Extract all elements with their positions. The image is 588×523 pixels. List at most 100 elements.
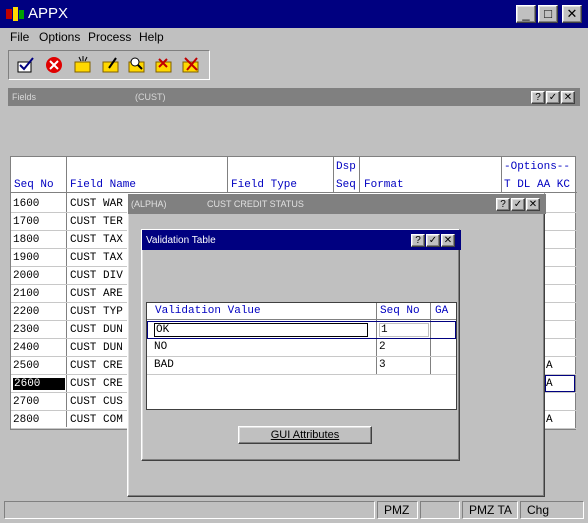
header-validation-value: Validation Value — [155, 305, 261, 317]
field-name-cell[interactable]: CUST CRE — [70, 378, 123, 390]
status-bar: PMZ PMZ TA Chg — [0, 499, 588, 521]
close-icon: ✕ — [566, 6, 578, 21]
header-seq: Seq — [336, 179, 356, 191]
field-seq-cell[interactable]: 2800 — [13, 414, 39, 426]
status-mode: Chg — [520, 501, 584, 519]
alpha-type-label: (ALPHA) — [131, 199, 167, 209]
validation-values-table: Validation Value Seq No GA OK 1 NO 2 BAD 3 — [146, 302, 457, 410]
app-title: APPX — [28, 5, 69, 22]
field-seq-cell[interactable]: 1700 — [13, 216, 39, 228]
field-name-cell[interactable]: CUST TYP — [70, 306, 123, 318]
ok-check-icon[interactable] — [16, 56, 36, 74]
field-seq-cell[interactable]: 2000 — [13, 270, 39, 282]
header-field-name: Field Name — [70, 179, 137, 191]
validation-window-title: Validation Table — [146, 235, 216, 246]
field-seq-cell[interactable]: 2400 — [13, 342, 39, 354]
alpha-window-title: CUST CREDIT STATUS — [207, 199, 304, 209]
validation-selected-row — [147, 321, 456, 339]
search-record-icon[interactable] — [127, 56, 147, 74]
field-options-cell: A — [546, 414, 553, 426]
field-name-cell[interactable]: CUST DUN — [70, 324, 123, 336]
check-icon: ✓ — [548, 92, 558, 103]
fields-close-button[interactable]: ✕ — [561, 91, 575, 104]
alpha-help-button[interactable]: ? — [496, 198, 510, 211]
menu-process[interactable]: Process — [88, 30, 131, 44]
field-seq-cell[interactable]: 2500 — [13, 360, 39, 372]
field-seq-cell[interactable]: 2700 — [13, 396, 39, 408]
status-user-ta: PMZ TA — [462, 501, 518, 519]
gui-attributes-button[interactable]: GUI Attributes — [238, 426, 372, 444]
field-seq-cell[interactable]: 1900 — [13, 252, 39, 264]
header-validation-seq: Seq No — [380, 305, 420, 317]
appx-logo-icon — [6, 7, 24, 21]
status-empty — [420, 501, 460, 519]
field-seq-cell[interactable]: 1600 — [13, 198, 39, 210]
menu-help[interactable]: Help — [139, 30, 164, 44]
menu-file[interactable]: File — [10, 30, 29, 44]
validation-help-button[interactable]: ? — [411, 234, 425, 247]
field-seq-cell[interactable]: 2100 — [13, 288, 39, 300]
alpha-title-bar: (ALPHA) CUST CREDIT STATUS ? ✓ ✕ — [128, 194, 546, 214]
status-user: PMZ — [377, 501, 418, 519]
status-message — [4, 501, 375, 519]
validation-close-button[interactable]: ✕ — [441, 234, 455, 247]
edit-record-icon[interactable] — [101, 56, 121, 74]
app-title-bar: APPX _ □ ✕ — [0, 0, 588, 28]
validation-value-cell[interactable]: NO — [154, 341, 167, 353]
alpha-ok-button[interactable]: ✓ — [511, 198, 525, 211]
close-icon: ✕ — [443, 235, 453, 246]
selected-row-outline — [545, 375, 575, 392]
toggle-record-icon[interactable] — [181, 56, 201, 74]
field-name-cell[interactable]: CUST DUN — [70, 342, 123, 354]
header-field-type: Field Type — [231, 179, 298, 191]
maximize-button[interactable]: □ — [538, 5, 558, 23]
validation-seq-cell[interactable]: 2 — [379, 341, 386, 353]
menu-options[interactable]: Options — [39, 30, 80, 44]
fields-window-title: Fields — [12, 92, 37, 102]
close-button[interactable]: ✕ — [562, 5, 582, 23]
field-seq-cell[interactable]: 1800 — [13, 234, 39, 246]
validation-ok-button[interactable]: ✓ — [426, 234, 440, 247]
help-icon: ? — [500, 199, 506, 210]
minimize-icon: _ — [522, 6, 530, 21]
menu-bar: File Options Process Help — [0, 28, 588, 46]
close-icon: ✕ — [563, 92, 573, 103]
header-validation-ga: GA — [435, 305, 449, 317]
new-record-icon[interactable] — [73, 56, 93, 74]
field-seq-cell[interactable]: 2200 — [13, 306, 39, 318]
delete-record-icon[interactable] — [154, 56, 174, 74]
validation-table-window: Validation Table ? ✓ ✕ Validation Value … — [141, 229, 461, 461]
check-icon: ✓ — [428, 235, 438, 246]
validation-seq-cell[interactable]: 3 — [379, 359, 386, 371]
field-name-cell[interactable]: CUST TAX — [70, 252, 123, 264]
help-icon: ? — [535, 92, 541, 103]
fields-help-button[interactable]: ? — [531, 91, 545, 104]
field-name-cell[interactable]: CUST CRE — [70, 360, 123, 372]
field-name-cell[interactable]: CUST ARE — [70, 288, 123, 300]
close-icon: ✕ — [528, 199, 538, 210]
minimize-button[interactable]: _ — [516, 5, 536, 23]
field-seq-cell[interactable]: 2300 — [13, 324, 39, 336]
field-name-cell[interactable]: CUST TER — [70, 216, 123, 228]
check-icon: ✓ — [513, 199, 523, 210]
field-name-cell[interactable]: CUST CUS — [70, 396, 123, 408]
toolbar — [8, 50, 210, 80]
cancel-icon[interactable] — [44, 56, 64, 74]
field-name-cell[interactable]: CUST DIV — [70, 270, 123, 282]
header-seq-no: Seq No — [14, 179, 54, 191]
header-options-flags: T DL AA KC — [504, 179, 571, 191]
field-seq-cell[interactable]: 2600 — [13, 378, 65, 390]
field-options-cell: A — [546, 360, 553, 372]
field-name-cell[interactable]: CUST TAX — [70, 234, 123, 246]
maximize-icon: □ — [544, 6, 552, 21]
fields-ok-button[interactable]: ✓ — [546, 91, 560, 104]
field-name-cell[interactable]: CUST WAR — [70, 198, 123, 210]
fields-title-bar: Fields (CUST) ? ✓ ✕ — [8, 88, 580, 106]
header-format: Format — [364, 179, 404, 191]
validation-value-cell[interactable]: BAD — [154, 359, 174, 371]
fields-window-subtitle: (CUST) — [135, 92, 166, 102]
alpha-close-button[interactable]: ✕ — [526, 198, 540, 211]
field-name-cell[interactable]: CUST COM — [70, 414, 123, 426]
help-icon: ? — [415, 235, 421, 246]
validation-title-bar: Validation Table ? ✓ ✕ — [142, 230, 461, 250]
